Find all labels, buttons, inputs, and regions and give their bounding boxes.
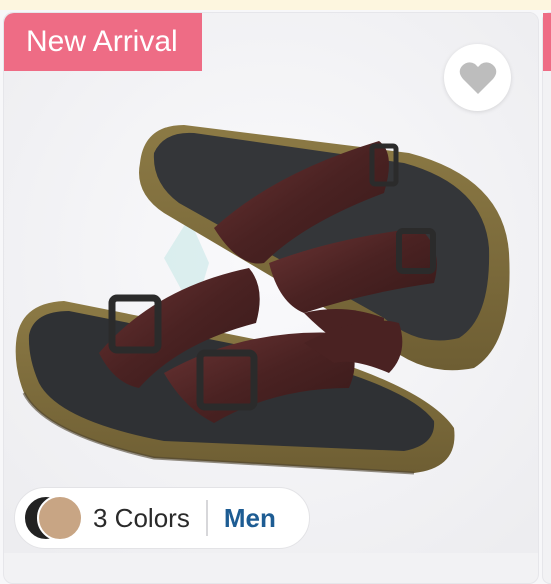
gender-label: Men — [223, 502, 276, 533]
new-arrival-badge: New Arrival — [4, 13, 202, 71]
product-card[interactable]: New Arrival 3 Colors Men — [3, 12, 539, 584]
product-info-pill[interactable]: 3 Colors Men — [14, 487, 310, 549]
swatch-tan[interactable] — [37, 495, 83, 541]
wishlist-button[interactable] — [444, 44, 511, 111]
next-product-card[interactable] — [542, 12, 551, 584]
divider — [205, 500, 208, 536]
color-swatches[interactable] — [17, 492, 89, 544]
top-strip — [0, 0, 551, 10]
heart-icon — [459, 61, 496, 94]
colors-count-label: 3 Colors — [93, 502, 190, 533]
next-card-badge — [543, 13, 551, 71]
